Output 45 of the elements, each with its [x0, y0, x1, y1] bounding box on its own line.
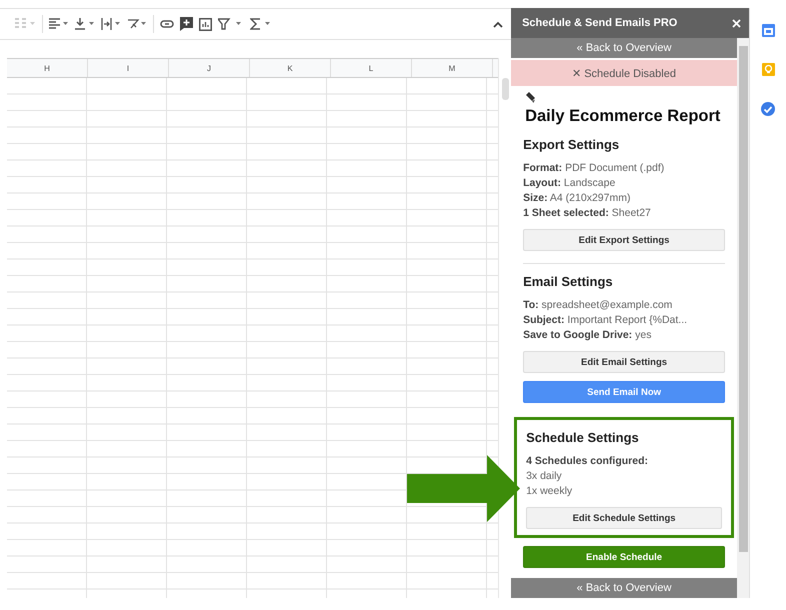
back-link[interactable]: « Back to Overview: [511, 578, 738, 598]
setting-line: To: spreadsheet@example.com: [523, 298, 674, 313]
calendar-icon[interactable]: [762, 24, 775, 37]
setting-line: Save to Google Drive: yes: [523, 328, 652, 343]
scrollbar[interactable]: [737, 38, 750, 598]
back-link[interactable]: « Back to Overview: [511, 38, 738, 58]
align-icon[interactable]: [49, 18, 69, 30]
column-header[interactable]: I: [88, 59, 169, 77]
scrollbar-thumb[interactable]: [502, 78, 509, 100]
functions-icon[interactable]: [250, 18, 272, 30]
setting-line: Size: A4 (210x297mm): [523, 191, 632, 206]
filter-icon[interactable]: [218, 18, 244, 30]
close-icon[interactable]: [732, 18, 742, 28]
status-banner: ✕ Schedule Disabled: [511, 60, 738, 86]
section-heading: Email Settings: [523, 274, 614, 289]
column-header[interactable]: J: [169, 59, 250, 77]
text-rotation-icon[interactable]: [127, 18, 147, 30]
sidebar-title: Schedule & Send Emails PRO: [522, 17, 678, 29]
pencil-icon[interactable]: [526, 92, 536, 103]
edit-button[interactable]: Edit Export Settings: [523, 229, 726, 251]
setting-line: 3x daily: [526, 469, 563, 484]
link-icon[interactable]: [160, 20, 174, 28]
section-heading: Export Settings: [523, 137, 620, 152]
report-title: Daily Ecommerce Report: [525, 106, 722, 127]
check-icon[interactable]: [761, 102, 776, 116]
vertical-align-icon[interactable]: [75, 18, 95, 30]
chart-icon[interactable]: [199, 18, 212, 30]
setting-line: 1x weekly: [526, 484, 574, 499]
merge-cells-icon[interactable]: [14, 18, 36, 30]
column-header[interactable]: L: [331, 59, 412, 77]
comment-icon[interactable]: [180, 17, 193, 31]
collapse-icon[interactable]: [493, 20, 504, 28]
enable-button[interactable]: Enable Schedule: [523, 546, 726, 568]
edit-button[interactable]: Edit Schedule Settings: [526, 507, 722, 529]
column-header[interactable]: M: [412, 59, 493, 77]
edit-button[interactable]: Edit Email Settings: [523, 351, 726, 373]
text-wrap-icon[interactable]: [101, 18, 121, 30]
setting-line: Layout: Landscape: [523, 176, 616, 191]
column-header[interactable]: K: [250, 59, 331, 77]
setting-line: 1 Sheet selected: Sheet27: [523, 206, 652, 221]
setting-line: 4 Schedules configured:: [526, 454, 650, 469]
setting-line: Subject: Important Report {%Dat...: [523, 313, 688, 328]
section-heading: Schedule Settings: [526, 430, 640, 445]
column-header[interactable]: H: [7, 59, 88, 77]
setting-line: Format: PDF Document (.pdf): [523, 161, 666, 176]
